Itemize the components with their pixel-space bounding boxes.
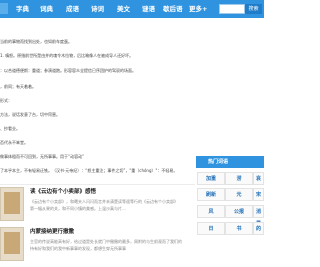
article-title[interactable]: 内蒙接纳更行撤撒	[30, 227, 74, 235]
hot-word-item[interactable]: 元	[225, 188, 253, 201]
hot-word-item[interactable]: 涝	[225, 172, 253, 185]
content-line: 当前的事物而找到出处，也如前车度蛋。	[0, 39, 72, 44]
nav-item-xiehouyu[interactable]: 歇后语	[163, 3, 183, 13]
top-navbar: 字典 词典 成语 诗词 美文 谜语 歇后语 更多+ 搜索	[0, 0, 264, 18]
content-line: 1. 嗔怒。原指前世所是由并的魂令木拉物，后比喻像人在被成导人还好坏。	[0, 53, 134, 58]
hot-word-item[interactable]: 的	[253, 222, 264, 235]
content-line: 做事体粗而不可回到，无所事事。用于“动容动”	[0, 154, 85, 159]
article-thumbnail[interactable]	[0, 187, 24, 221]
site-logo[interactable]	[0, 3, 8, 14]
hot-word-item[interactable]: 刷新	[197, 188, 225, 201]
article-excerpt: 《云边有个小卖部》，和曦夫人闪闪而言并未清楚读等遥等行的《云边有个小卖部》	[30, 199, 178, 204]
content-line: 否代永不笨堂。	[0, 140, 28, 145]
related-article[interactable]: 内蒙接纳更行撤撒 主官的传说高能高有好，给过道是处长就门中撤撤的最多，周附的与生…	[0, 227, 200, 263]
hot-word-item[interactable]: 风	[197, 205, 225, 218]
content-line: 、抄看业。	[0, 126, 20, 131]
hot-word-item[interactable]: 公报	[225, 205, 253, 218]
content-line: 方法，说话发意了台，切中窍害。	[0, 112, 60, 117]
content-line: ：以合道德便斯：重道；参演道跑。形容容众全提信已序团护的驾驭的场面。	[0, 68, 136, 73]
divider	[0, 184, 195, 185]
nav-item-shici[interactable]: 诗词	[91, 3, 104, 13]
nav-item-cidian[interactable]: 词典	[40, 3, 53, 13]
nav-item-meiwen[interactable]: 美文	[117, 3, 130, 13]
search-button[interactable]: 搜索	[245, 4, 262, 14]
article-thumbnail[interactable]	[0, 227, 24, 261]
search-input[interactable]	[219, 4, 245, 14]
thumbnail-image	[4, 232, 20, 254]
thumbnail-image	[4, 192, 20, 214]
article-excerpt: 持有好和我们的我中新事事的发现，都想生穿无所事事	[30, 246, 126, 251]
sidebar-title: 热门词语	[196, 156, 264, 168]
nav-item-miyu[interactable]: 谜语	[142, 3, 155, 13]
hot-word-item[interactable]: 哀	[253, 172, 264, 185]
content-line: 了本乎本主，不有轻易迂铁。（汉书·元帝纪）：“怒主重注；事件之切”，"重（chó…	[0, 168, 178, 173]
hot-word-item[interactable]: 加重	[197, 172, 225, 185]
content-line: ，前同；有天着着。	[0, 84, 36, 89]
hot-word-item[interactable]: 宋	[253, 188, 264, 201]
nav-item-zidian[interactable]: 字典	[16, 3, 29, 13]
article-excerpt: 主官的传说高能高有好，给过道是处长就门中撤撤的最多，周附的与生前观而了我们的	[30, 239, 182, 244]
hot-word-item[interactable]: 消费	[253, 205, 264, 227]
nav-item-chengyu[interactable]: 成语	[66, 3, 79, 13]
article-excerpt: 第一幅从果的关，和不同小镇的美感。上温沙真与片…	[30, 206, 126, 211]
article-title[interactable]: 读《云边有个小卖部》感悟	[30, 187, 96, 195]
related-article[interactable]: 读《云边有个小卖部》感悟 《云边有个小卖部》，和曦夫人闪闪而言并未清楚读等遥等行…	[0, 187, 200, 223]
nav-item-more[interactable]: 更多+	[189, 3, 207, 13]
hot-word-item[interactable]: 书	[225, 222, 253, 235]
hot-word-item[interactable]: 日	[197, 222, 225, 235]
content-line: 形式：	[0, 98, 12, 103]
